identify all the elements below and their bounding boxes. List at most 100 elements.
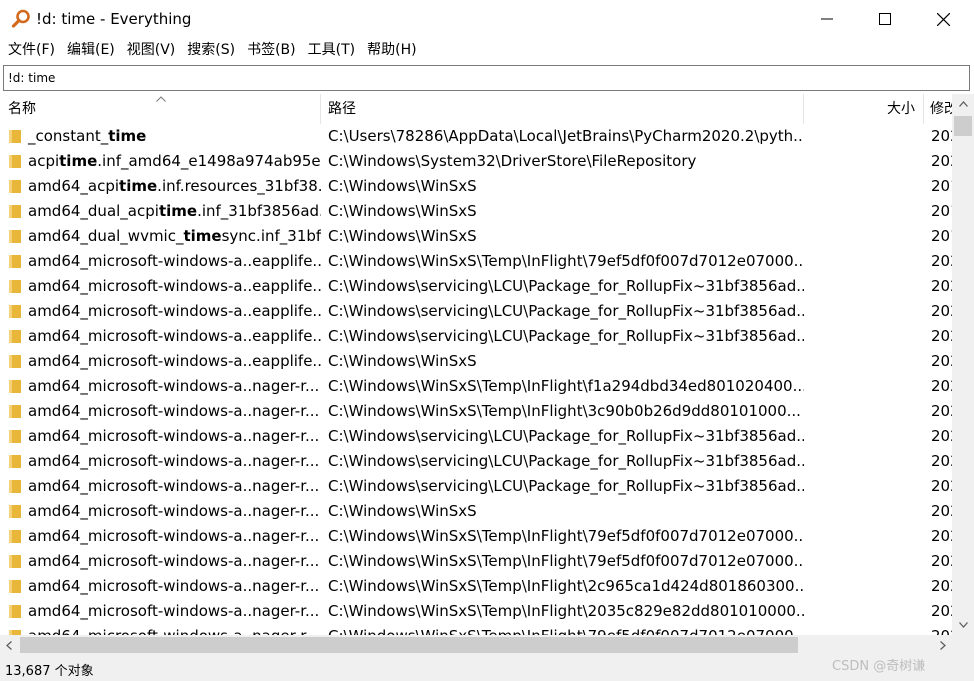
file-name-prefix: amd64_microsoft-windows-a..eapplife...	[28, 352, 321, 370]
table-row[interactable]: amd64_microsoft-windows-a..eapplife... C:…	[0, 299, 952, 324]
file-size	[804, 574, 924, 599]
file-path: C:\Windows\WinSxS	[328, 227, 477, 245]
file-name: amd64_microsoft-windows-a..nager-r...	[0, 599, 321, 624]
date-modified: 202	[931, 427, 952, 445]
scroll-right-button[interactable]	[934, 635, 952, 655]
file-name: amd64_dual_wvmic_timesync.inf_31bf...	[0, 224, 321, 249]
file-name-prefix: amd64_microsoft-windows-a..eapplife...	[28, 302, 321, 320]
file-name-prefix: amd64_microsoft-windows-a..nager-r...	[28, 602, 320, 620]
date-modified: 202	[931, 527, 952, 545]
file-path: C:\Windows\WinSxS	[328, 202, 477, 220]
vertical-scroll-thumb[interactable]	[954, 116, 972, 136]
table-row[interactable]: amd64_microsoft-windows-a..nager-r...C:\…	[0, 524, 952, 549]
file-path: C:\Windows\WinSxS	[328, 352, 477, 370]
table-row[interactable]: amd64_dual_acpitime.inf_31bf3856ad... C:\…	[0, 199, 952, 224]
file-name: _constant_time	[0, 124, 321, 149]
date-modified: 202	[931, 327, 952, 345]
table-row[interactable]: amd64_microsoft-windows-a..nager-r...C:\…	[0, 424, 952, 449]
date-modified: 202	[931, 252, 952, 270]
date-modified: 202	[931, 477, 952, 495]
file-name: amd64_microsoft-windows-a..eapplife...	[0, 274, 321, 299]
file-name-prefix: amd64_microsoft-windows-a..nager-r...	[28, 552, 320, 570]
file-size	[804, 224, 924, 249]
file-size	[804, 399, 924, 424]
file-path: C:\Windows\servicing\LCU\Package_for_Rol…	[328, 277, 804, 295]
file-name-prefix: amd64_dual_wvmic_	[28, 227, 184, 245]
file-name-prefix: amd64_acpi	[28, 177, 120, 195]
table-row[interactable]: amd64_microsoft-windows-a..nager-r...C:\…	[0, 574, 952, 599]
column-header-date-modified[interactable]: 修改	[924, 94, 952, 124]
minimize-button[interactable]	[798, 0, 856, 38]
sort-ascending-icon	[156, 96, 166, 102]
file-name: amd64_microsoft-windows-a..eapplife...	[0, 249, 321, 274]
file-name-suffix: .inf.resources_31bf38...	[157, 177, 321, 195]
file-name: amd64_microsoft-windows-a..nager-r...	[0, 449, 321, 474]
file-name-prefix: amd64_microsoft-windows-a..eapplife...	[28, 277, 321, 295]
file-path: C:\Windows\servicing\LCU\Package_for_Rol…	[328, 302, 804, 320]
menu-search[interactable]: 搜索(S)	[181, 38, 241, 62]
file-name: amd64_microsoft-windows-a..nager-r...	[0, 374, 321, 399]
table-row[interactable]: amd64_dual_wvmic_timesync.inf_31bf... C:\…	[0, 224, 952, 249]
close-icon	[936, 12, 950, 26]
file-path: C:\Windows\WinSxS	[328, 502, 477, 520]
horizontal-scrollbar[interactable]	[0, 635, 952, 655]
menu-help[interactable]: 帮助(H)	[361, 38, 422, 62]
table-row[interactable]: amd64_microsoft-windows-a..nager-r...C:\…	[0, 399, 952, 424]
table-row[interactable]: amd64_microsoft-windows-a..nager-r... C:\…	[0, 549, 952, 574]
scroll-left-button[interactable]	[0, 635, 18, 655]
file-name-prefix: amd64_microsoft-windows-a..nager-r...	[28, 377, 320, 395]
table-row[interactable]: _constant_time C:\Users\78286\AppData\Loc…	[0, 124, 952, 149]
file-path: C:\Windows\System32\DriverStore\FileRepo…	[328, 152, 697, 170]
date-modified: 202	[931, 352, 952, 370]
file-name-prefix: amd64_microsoft-windows-a..nager-r...	[28, 452, 320, 470]
file-name-match: time	[119, 177, 158, 195]
vertical-scrollbar[interactable]	[952, 94, 974, 635]
table-row[interactable]: amd64_microsoft-windows-a..nager-r...C:\…	[0, 624, 952, 635]
file-name-match: time	[59, 152, 98, 170]
table-row[interactable]: amd64_microsoft-windows-a..nager-r...C:\…	[0, 599, 952, 624]
file-size	[804, 324, 924, 349]
table-row[interactable]: amd64_microsoft-windows-a..eapplife... C:…	[0, 274, 952, 299]
file-name: amd64_microsoft-windows-a..nager-r...	[0, 399, 321, 424]
table-row[interactable]: amd64_acpitime.inf.resources_31bf38... C:…	[0, 174, 952, 199]
file-name: amd64_microsoft-windows-a..nager-r...	[0, 499, 321, 524]
table-row[interactable]: amd64_microsoft-windows-a..nager-r... C:\…	[0, 499, 952, 524]
file-name: amd64_microsoft-windows-a..nager-r...	[0, 624, 321, 635]
file-path: C:\Windows\WinSxS\Temp\InFlight\79ef5df0…	[328, 252, 804, 270]
menu-bookmarks[interactable]: 书签(B)	[241, 38, 302, 62]
table-row[interactable]: amd64_microsoft-windows-a..nager-r...C:\…	[0, 449, 952, 474]
table-row[interactable]: acpitime.inf_amd64_e1498a974ab95e... C:\W…	[0, 149, 952, 174]
file-name-match: time	[183, 227, 222, 245]
date-modified: 202	[931, 302, 952, 320]
date-modified: 201	[931, 202, 952, 220]
window-title: !d: time - Everything	[36, 10, 192, 28]
file-path: C:\Windows\WinSxS\Temp\InFlight\79ef5df0…	[328, 552, 804, 570]
table-row[interactable]: amd64_microsoft-windows-a..nager-r...C:\…	[0, 474, 952, 499]
table-row[interactable]: amd64_microsoft-windows-a..nager-r...C:\…	[0, 374, 952, 399]
close-button[interactable]	[914, 0, 972, 38]
file-path: C:\Windows\WinSxS\Temp\InFlight\79ef5df0…	[321, 624, 804, 635]
file-name: amd64_microsoft-windows-a..nager-r...	[0, 424, 321, 449]
date-modified: 202	[931, 577, 952, 595]
column-header-size[interactable]: 大小	[804, 94, 924, 124]
file-size	[804, 299, 924, 324]
file-size	[804, 549, 924, 574]
file-name-prefix: amd64_microsoft-windows-a..nager-r...	[28, 577, 320, 595]
search-input[interactable]	[4, 66, 969, 90]
table-row[interactable]: amd64_microsoft-windows-a..eapplife... C:…	[0, 249, 952, 274]
file-name: acpitime.inf_amd64_e1498a974ab95e...	[0, 149, 321, 174]
horizontal-scroll-thumb[interactable]	[20, 637, 798, 653]
file-name-prefix: amd64_microsoft-windows-a..nager-r...	[28, 627, 319, 635]
arrow-up-icon	[958, 101, 968, 107]
column-header-path[interactable]: 路径	[321, 94, 804, 124]
table-row[interactable]: amd64_microsoft-windows-a..eapplife... C:…	[0, 324, 952, 349]
watermark: CSDN @奇树谦	[832, 659, 926, 674]
scroll-down-button[interactable]	[952, 615, 974, 635]
maximize-button[interactable]	[856, 0, 914, 38]
table-row[interactable]: amd64_microsoft-windows-a..eapplife... C:…	[0, 349, 952, 374]
menu-view[interactable]: 视图(V)	[121, 38, 182, 62]
menu-tools[interactable]: 工具(T)	[302, 38, 361, 62]
scroll-up-button[interactable]	[952, 94, 974, 114]
menu-file[interactable]: 文件(F)	[2, 38, 61, 62]
menu-edit[interactable]: 编辑(E)	[61, 38, 121, 62]
